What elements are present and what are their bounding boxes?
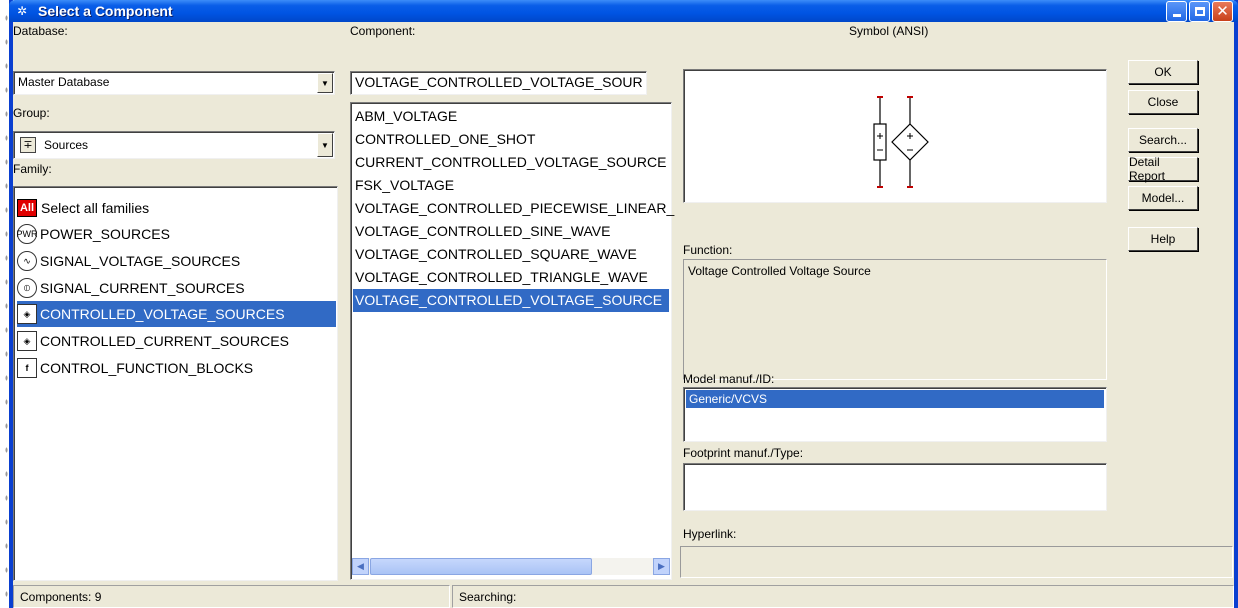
database-label: Database: — [13, 24, 68, 38]
component-item[interactable]: VOLTAGE_CONTROLLED_TRIANGLE_WAVE — [353, 266, 648, 289]
symbol-preview — [683, 69, 1107, 203]
scroll-left-icon[interactable]: ◀ — [352, 558, 369, 575]
title-bar[interactable] — [9, 0, 1238, 22]
chevron-down-icon[interactable]: ▼ — [317, 133, 333, 157]
component-item[interactable]: ABM_VOLTAGE — [353, 105, 457, 128]
database-select-value: Master Database — [18, 75, 110, 89]
family-item-signal-current-sources[interactable]: ⦶ SIGNAL_CURRENT_SOURCES — [17, 275, 245, 301]
ok-button[interactable]: OK — [1128, 60, 1198, 84]
footprint-label: Footprint manuf./Type: — [683, 446, 804, 460]
model-label: Model manuf./ID: — [683, 372, 775, 386]
minimize-button[interactable] — [1166, 1, 1187, 22]
database-select[interactable]: Master Database ▼ — [13, 71, 335, 95]
all-icon: All — [17, 199, 37, 217]
hyperlink-label: Hyperlink: — [683, 527, 737, 541]
family-item-power-sources[interactable]: PWR POWER_SOURCES — [17, 221, 170, 247]
family-item-signal-voltage-sources[interactable]: ∿ SIGNAL_VOLTAGE_SOURCES — [17, 248, 240, 274]
help-button[interactable]: Help — [1128, 227, 1198, 251]
scroll-right-icon[interactable]: ▶ — [653, 558, 670, 575]
family-item-label: Select all families — [41, 200, 150, 216]
minimize-icon — [1172, 14, 1181, 17]
hyperlink-box — [680, 546, 1233, 578]
scrollbar-thumb[interactable] — [370, 558, 592, 575]
status-components-count: Components: 9 — [13, 585, 450, 608]
window-title: Select a Component — [38, 3, 173, 19]
component-label: Component: — [350, 24, 416, 38]
maximize-icon — [1194, 7, 1205, 16]
model-button[interactable]: Model... — [1128, 186, 1198, 210]
component-search-input[interactable]: VOLTAGE_CONTROLLED_VOLTAGE_SOUR — [350, 71, 647, 95]
component-item[interactable]: CURRENT_CONTROLLED_VOLTAGE_SOURCE — [353, 151, 666, 174]
component-item[interactable]: VOLTAGE_CONTROLLED_SINE_WAVE — [353, 220, 610, 243]
footprint-list[interactable] — [683, 463, 1107, 511]
search-button[interactable]: Search... — [1128, 128, 1198, 152]
function-block-icon: f — [17, 358, 37, 378]
component-search-value: VOLTAGE_CONTROLLED_VOLTAGE_SOUR — [355, 74, 643, 90]
component-item[interactable]: VOLTAGE_CONTROLLED_PIECEWISE_LINEAR_ — [353, 197, 674, 220]
family-item-select-all[interactable]: All Select all families — [17, 195, 149, 221]
group-select-value: Sources — [44, 138, 89, 152]
family-item-label: CONTROLLED_VOLTAGE_SOURCES — [40, 306, 285, 322]
component-item[interactable]: CONTROLLED_ONE_SHOT — [353, 128, 535, 151]
component-item[interactable]: FSK_VOLTAGE — [353, 174, 454, 197]
status-searching: Searching: — [452, 585, 1234, 608]
left-dotted-strip — [0, 0, 9, 608]
family-item-controlled-current-sources[interactable]: ◈ CONTROLLED_CURRENT_SOURCES — [17, 328, 289, 354]
close-window-button[interactable]: ✕ — [1212, 1, 1233, 22]
component-item-selected[interactable]: VOLTAGE_CONTROLLED_VOLTAGE_SOURCE — [353, 289, 669, 312]
family-item-control-function-blocks[interactable]: f CONTROL_FUNCTION_BLOCKS — [17, 355, 253, 381]
maximize-button[interactable] — [1189, 1, 1210, 22]
controlled-current-icon: ◈ — [17, 331, 37, 351]
family-list[interactable]: All Select all families PWR POWER_SOURCE… — [13, 186, 338, 581]
model-item-selected[interactable]: Generic/VCVS — [686, 390, 1104, 408]
close-icon: ✕ — [1216, 3, 1229, 20]
function-label: Function: — [683, 243, 733, 257]
close-button[interactable]: Close — [1128, 90, 1198, 114]
family-item-controlled-voltage-sources[interactable]: ◈ CONTROLLED_VOLTAGE_SOURCES — [17, 301, 336, 327]
signal-voltage-icon: ∿ — [17, 251, 37, 271]
component-icon: ✲ — [17, 4, 28, 18]
family-item-label: SIGNAL_CURRENT_SOURCES — [40, 280, 245, 296]
symbol-label: Symbol (ANSI) — [849, 24, 929, 38]
component-list[interactable]: ABM_VOLTAGE CONTROLLED_ONE_SHOT CURRENT_… — [350, 102, 674, 580]
family-item-label: POWER_SOURCES — [40, 226, 170, 242]
signal-current-icon: ⦶ — [17, 278, 37, 298]
family-item-label: CONTROLLED_CURRENT_SOURCES — [40, 333, 289, 349]
sources-icon: ∓ — [20, 137, 36, 153]
controlled-voltage-icon: ◈ — [17, 304, 37, 324]
family-label: Family: — [13, 162, 52, 176]
group-select[interactable]: ∓ Sources ▼ — [13, 131, 335, 159]
component-list-scrollbar[interactable]: ◀ ▶ — [352, 558, 670, 575]
model-list[interactable]: Generic/VCVS — [683, 387, 1107, 442]
family-item-label: CONTROL_FUNCTION_BLOCKS — [40, 360, 254, 376]
vcvs-symbol-icon — [873, 96, 929, 188]
function-box: Voltage Controlled Voltage Source — [683, 259, 1107, 380]
detail-report-button[interactable]: Detail Report — [1128, 155, 1198, 183]
pwr-icon: PWR — [17, 224, 38, 244]
window-border-right — [1234, 0, 1238, 608]
family-item-label: SIGNAL_VOLTAGE_SOURCES — [40, 253, 241, 269]
chevron-down-icon[interactable]: ▼ — [317, 73, 333, 93]
group-label: Group: — [13, 106, 50, 120]
function-value: Voltage Controlled Voltage Source — [688, 264, 871, 278]
component-item[interactable]: VOLTAGE_CONTROLLED_SQUARE_WAVE — [353, 243, 637, 266]
